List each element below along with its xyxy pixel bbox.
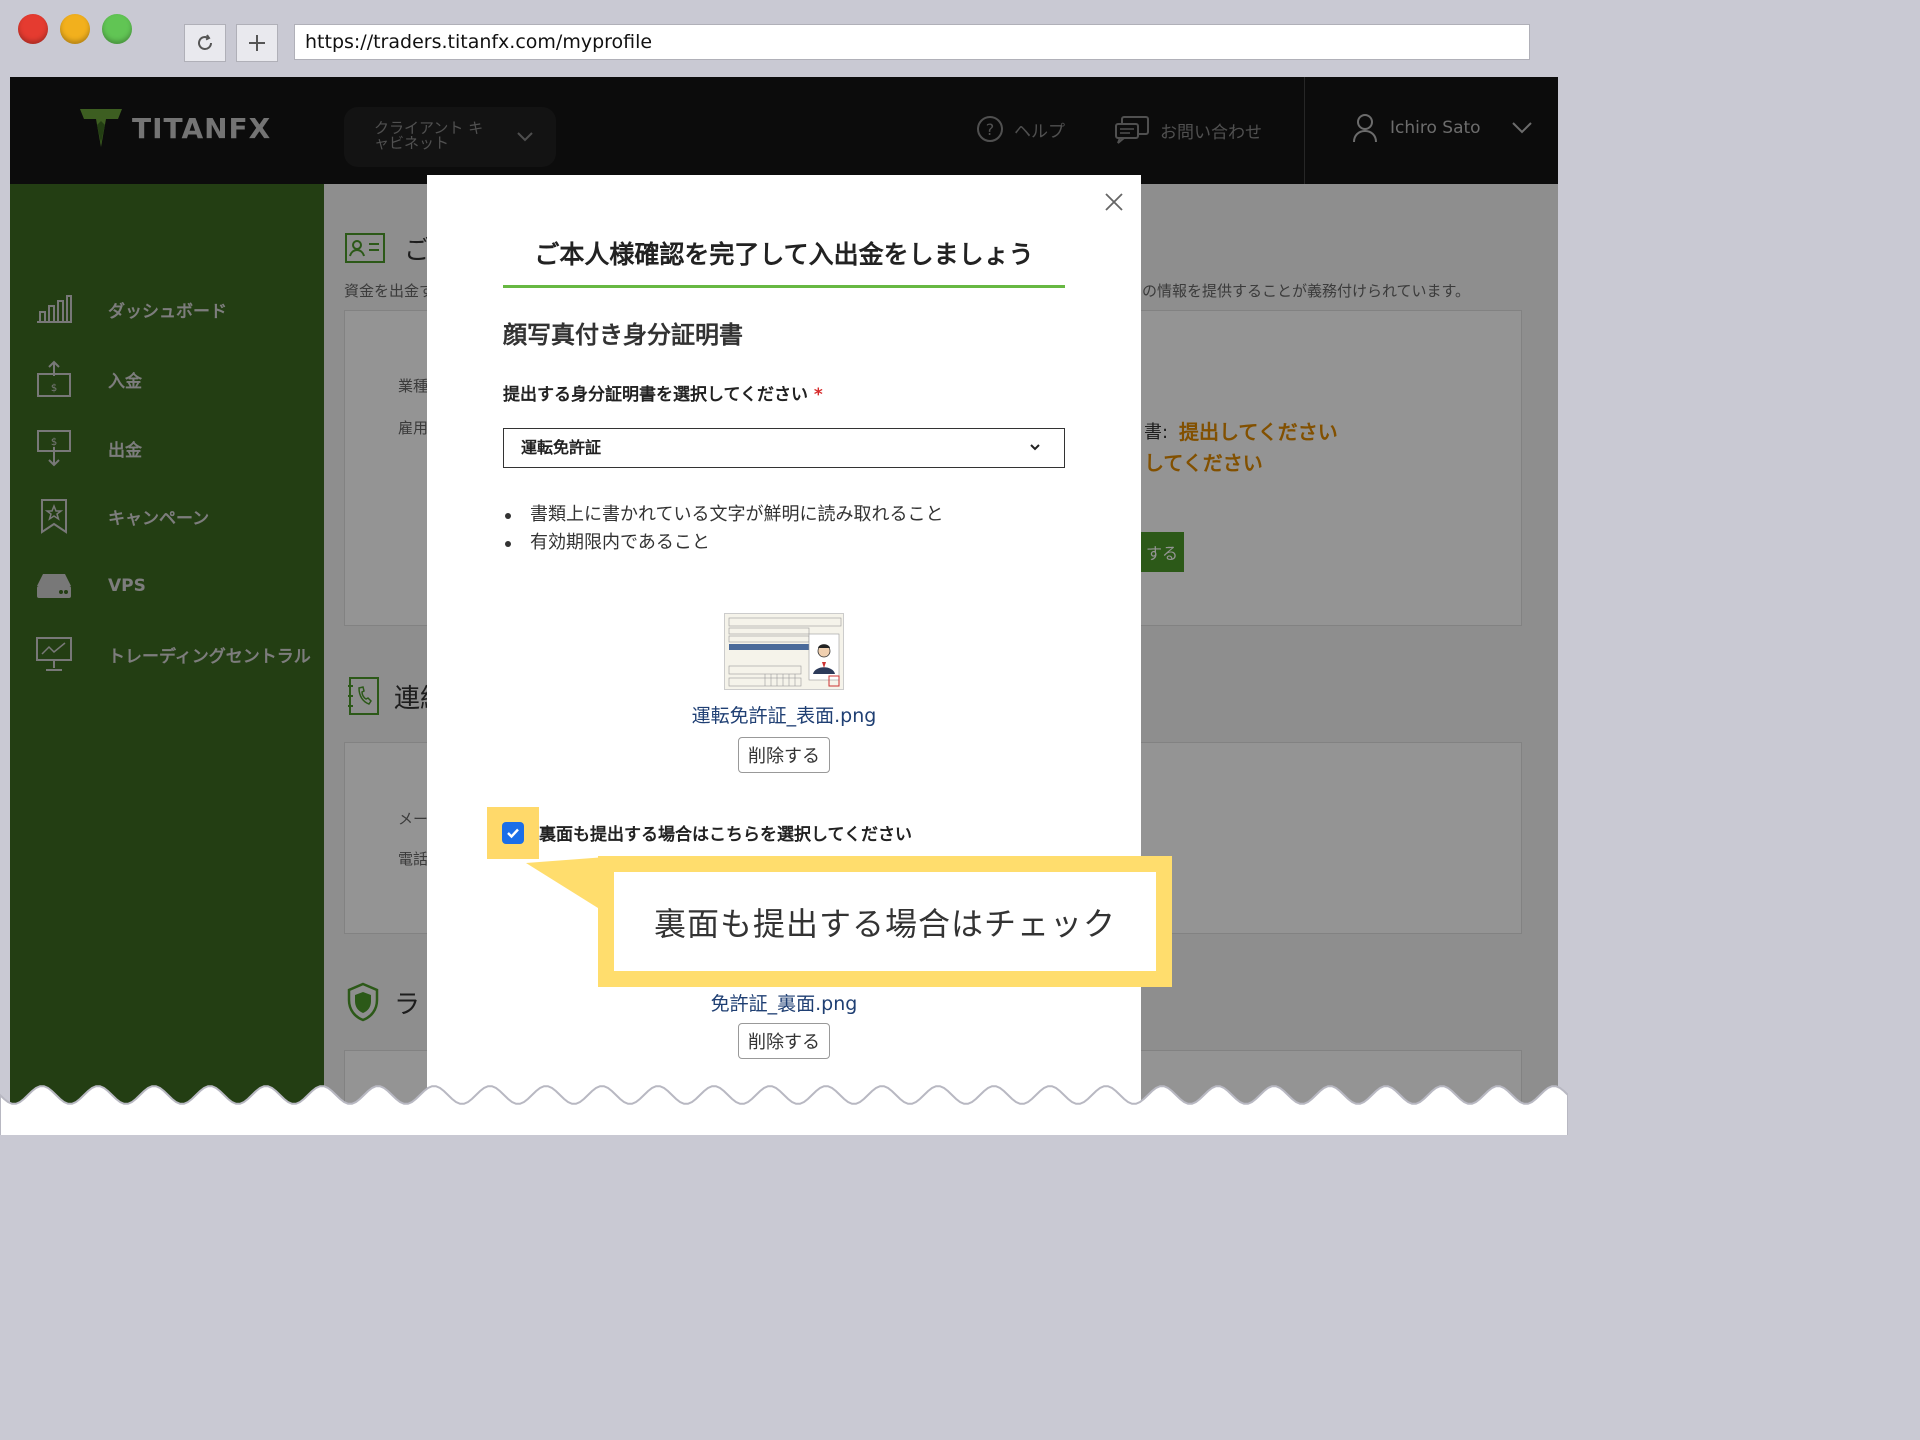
license-front-thumbnail[interactable] (724, 613, 844, 690)
requirements-list: 書類上に書かれている文字が鮮明に読み取れること 有効期限内であること (503, 501, 943, 557)
drivers-license-image (728, 617, 842, 687)
reload-button[interactable] (184, 24, 226, 62)
close-window-button[interactable] (18, 14, 48, 44)
new-tab-button[interactable] (236, 24, 278, 62)
delete-back-button[interactable]: 削除する (738, 1023, 830, 1059)
checkbox-highlight (487, 807, 539, 859)
document-select-label-text: 提出する身分証明書を選択してください (503, 385, 808, 405)
modal-title: ご本人様確認を完了して入出金をしましょう (503, 235, 1065, 288)
reload-icon (198, 34, 212, 50)
modal-subtitle: 顔写真付き身分証明書 (503, 321, 743, 349)
list-item: 有効期限内であること (503, 529, 943, 557)
site: TITANFX クライアント キャビネット ? ヘルプ お問い合わせ Ichir… (10, 77, 1558, 1176)
maximize-window-button[interactable] (102, 14, 132, 44)
close-icon[interactable] (1103, 191, 1125, 213)
document-type-value: 運転免許証 (521, 438, 602, 457)
back-side-checkbox[interactable] (502, 822, 524, 844)
delete-front-button[interactable]: 削除する (738, 737, 830, 773)
callout-text: 裏面も提出する場合はチェック (614, 872, 1156, 971)
back-file-name: 免許証_裏面.png (710, 993, 858, 1015)
checkmark-icon (507, 828, 519, 839)
plus-icon (249, 35, 265, 51)
document-select-label: 提出する身分証明書を選択してください * (503, 380, 823, 405)
front-file-name: 運転免許証_表面.png (691, 705, 877, 727)
document-type-select[interactable]: 運転免許証 (503, 428, 1065, 468)
address-bar[interactable]: https://traders.titanfx.com/myprofile (294, 24, 1530, 60)
verification-modal: ご本人様確認を完了して入出金をしましょう 顔写真付き身分証明書 提出する身分証明… (427, 175, 1141, 1176)
callout-pointer (526, 857, 606, 913)
minimize-window-button[interactable] (60, 14, 90, 44)
annotation-callout: 裏面も提出する場合はチェック (598, 856, 1172, 987)
list-item: 書類上に書かれている文字が鮮明に読み取れること (503, 501, 943, 529)
browser-chrome: https://traders.titanfx.com/myprofile (0, 0, 1558, 77)
back-side-checkbox-label[interactable]: 裏面も提出する場合はこちらを選択してください (539, 820, 912, 845)
required-mark: * (813, 385, 823, 405)
chevron-down-icon (1030, 444, 1040, 451)
torn-edge-decoration (0, 1085, 1568, 1176)
